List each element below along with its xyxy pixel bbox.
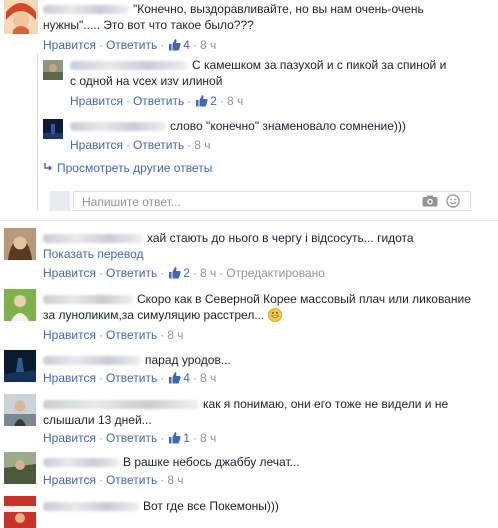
like-icon[interactable] xyxy=(168,371,181,388)
timestamp[interactable]: 8 ч xyxy=(227,94,243,108)
comment-actions: Нравится · Ответить · 2 · 8 ч · Отредактировано xyxy=(43,265,325,283)
comment-text: С камешком за пазухой и с пикой за спино… xyxy=(70,58,447,88)
view-more-replies[interactable]: Просмотреть другие ответы xyxy=(43,160,212,176)
like-count[interactable]: 1 xyxy=(183,431,190,445)
comment-text: как я понимаю, они его тоже не видели и … xyxy=(43,397,449,427)
reply-link[interactable]: Ответить xyxy=(133,138,184,152)
like-link[interactable]: Нравится xyxy=(43,328,96,342)
timestamp[interactable]: 8 ч xyxy=(167,328,183,342)
comment-text: хай стають до нього в чергу і відсосуть.… xyxy=(43,230,483,246)
timestamp[interactable]: 8 ч xyxy=(167,473,183,487)
reply-input[interactable] xyxy=(80,194,404,210)
comment-actions: Нравится · Ответить · 1 · 8 ч xyxy=(43,430,216,448)
like-count[interactable]: 2 xyxy=(183,266,190,280)
like-count[interactable]: 4 xyxy=(183,371,190,385)
author-name[interactable] xyxy=(43,295,133,305)
like-link[interactable]: Нравится xyxy=(43,431,96,445)
reply-link[interactable]: Ответить xyxy=(106,38,157,52)
author-name[interactable] xyxy=(43,400,199,410)
author-name[interactable] xyxy=(70,122,166,132)
like-link[interactable]: Нравится xyxy=(70,138,123,152)
like-link[interactable]: Нравится xyxy=(43,266,96,280)
avatar[interactable] xyxy=(43,60,63,80)
comment-text: слово "конечно" знаменовало сомнение))) xyxy=(70,118,460,134)
timestamp[interactable]: 8 ч xyxy=(200,266,216,280)
reply-input-box[interactable] xyxy=(73,191,471,211)
avatar[interactable] xyxy=(4,496,36,528)
comment-text: Скоро как в Северной Корее массовый плач… xyxy=(43,292,471,322)
author-name[interactable] xyxy=(70,61,188,71)
like-link[interactable]: Нравится xyxy=(43,473,96,487)
reply-link[interactable]: Ответить xyxy=(133,94,184,108)
reply-link[interactable]: Ответить xyxy=(106,328,157,342)
avatar[interactable] xyxy=(4,394,36,426)
comment-text: парад уродов... xyxy=(43,352,473,368)
comment-actions: Нравится · Ответить · 4 · 8 ч xyxy=(43,370,216,388)
thread-line xyxy=(37,54,38,210)
reply-link[interactable]: Ответить xyxy=(106,431,157,445)
like-icon[interactable] xyxy=(168,431,181,448)
comment-actions: Нравится · Ответить · 4 · 8 ч xyxy=(43,37,216,55)
comment-text: Вот где все Покемоны))) xyxy=(43,498,483,514)
timestamp[interactable]: 8 ч xyxy=(200,38,216,52)
avatar[interactable] xyxy=(4,350,36,382)
like-icon[interactable] xyxy=(168,266,181,283)
avatar[interactable] xyxy=(4,289,36,321)
comment-text: В рашке небось джаббу лечат... xyxy=(43,454,483,470)
author-name[interactable] xyxy=(43,458,119,468)
comment-actions: Нравится · Ответить · 8 ч xyxy=(43,473,184,487)
like-link[interactable]: Нравится xyxy=(43,38,96,52)
emoji-icon[interactable] xyxy=(446,194,460,211)
timestamp[interactable]: 8 ч xyxy=(200,371,216,385)
like-count[interactable]: 4 xyxy=(183,38,190,52)
reply-link[interactable]: Ответить xyxy=(106,473,157,487)
reply-link[interactable]: Ответить xyxy=(106,371,157,385)
show-translation[interactable]: Показать перевод xyxy=(43,246,144,262)
reply-arrow-icon xyxy=(43,160,53,176)
avatar[interactable] xyxy=(43,119,63,139)
avatar[interactable] xyxy=(4,0,38,34)
current-user-avatar xyxy=(50,191,70,211)
comment-text: "Конечно, выздоравливайте, но вы нам оче… xyxy=(43,2,424,32)
author-name[interactable] xyxy=(43,502,139,512)
like-link[interactable]: Нравится xyxy=(43,371,96,385)
like-link[interactable]: Нравится xyxy=(70,94,123,108)
author-name[interactable] xyxy=(43,356,141,366)
like-icon[interactable] xyxy=(195,94,208,111)
comment-actions: Нравится · Ответить · 8 ч xyxy=(70,138,211,152)
grin-emoji-icon xyxy=(267,308,282,322)
reply-link[interactable]: Ответить xyxy=(106,266,157,280)
edited-label[interactable]: Отредактировано xyxy=(226,266,325,280)
avatar[interactable] xyxy=(4,452,36,484)
avatar[interactable] xyxy=(4,228,36,260)
timestamp[interactable]: 8 ч xyxy=(200,431,216,445)
like-count[interactable]: 2 xyxy=(210,94,217,108)
author-name[interactable] xyxy=(43,5,129,15)
author-name[interactable] xyxy=(43,234,143,244)
timestamp[interactable]: 8 ч xyxy=(194,138,210,152)
divider xyxy=(0,220,498,221)
comment-actions: Нравится · Ответить · 8 ч xyxy=(43,328,184,342)
like-icon[interactable] xyxy=(168,38,181,55)
comment-actions: Нравится · Ответить · 2 · 8 ч xyxy=(70,93,243,111)
camera-icon[interactable] xyxy=(422,195,438,210)
